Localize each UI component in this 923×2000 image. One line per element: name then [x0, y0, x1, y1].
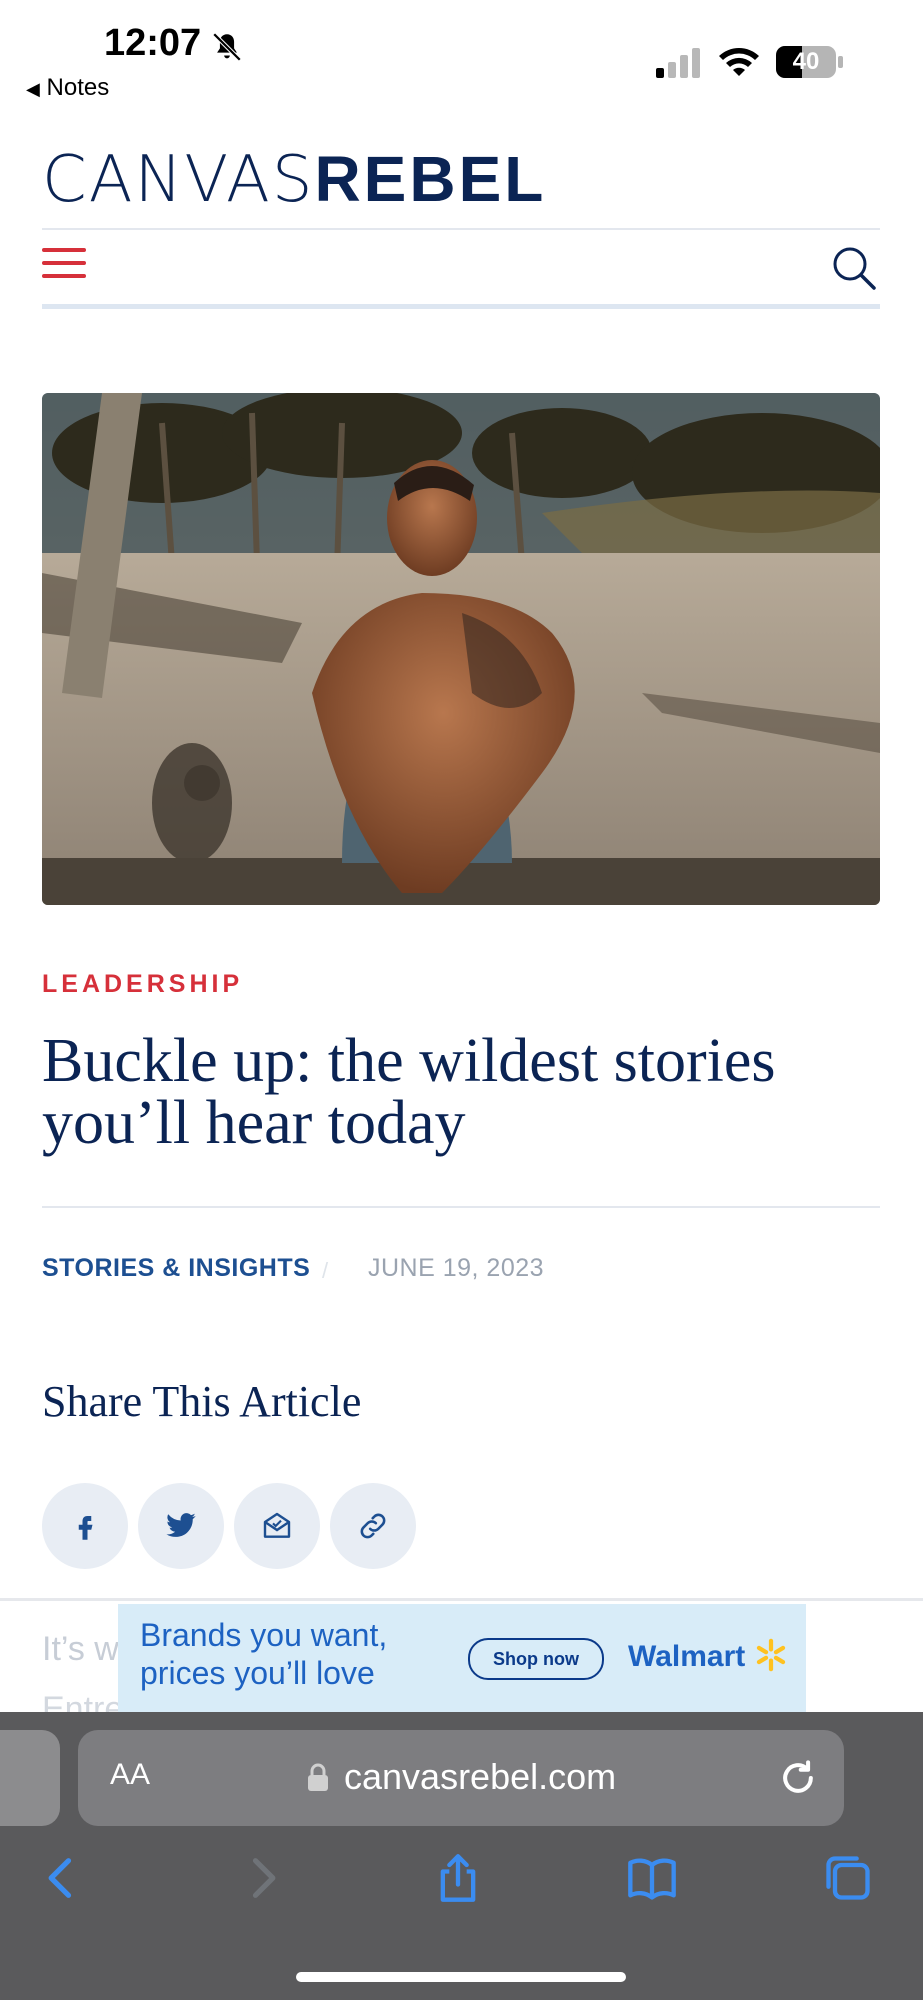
reload-icon[interactable] [776, 1756, 820, 1800]
headline-divider [42, 1206, 880, 1208]
back-app-label: Notes [46, 74, 110, 101]
reader-settings-button[interactable]: AA [110, 1758, 150, 1792]
share-facebook-button[interactable] [42, 1483, 128, 1569]
hero-image [42, 393, 880, 905]
ad-headline: Brands you want, prices you’ll love [140, 1616, 387, 1692]
address-url[interactable]: canvasrebel.com [344, 1756, 616, 1798]
tabs-icon[interactable] [822, 1852, 874, 1904]
cellular-signal-icon [656, 48, 700, 78]
site-logo[interactable]: CANVASREBEL [42, 142, 546, 217]
logo-part-canvas: CANVAS [42, 143, 315, 217]
ad-brand-logo: Walmart [628, 1638, 788, 1674]
menu-line [42, 248, 86, 252]
walmart-spark-icon [756, 1638, 785, 1672]
twitter-icon [166, 1513, 196, 1537]
wifi-icon [719, 48, 759, 76]
logo-part-rebel: REBEL [314, 143, 547, 215]
previous-tab-preview[interactable] [0, 1730, 60, 1826]
byline-section-link[interactable]: STORIES & INSIGHTS [42, 1254, 310, 1283]
header-divider-top [42, 228, 880, 230]
facebook-icon [78, 1516, 93, 1540]
share-heading: Share This Article [42, 1377, 362, 1426]
article-date: JUNE 19, 2023 [368, 1254, 545, 1282]
battery-icon: 40 [776, 46, 846, 78]
ad-brand-name: Walmart [628, 1640, 746, 1673]
status-time: 12:07 [104, 22, 202, 64]
bell-muted-icon [212, 32, 242, 62]
content-divider [0, 1598, 923, 1601]
ad-line-2: prices you’ll love [140, 1655, 375, 1691]
byline-separator: / [322, 1258, 329, 1283]
home-indicator[interactable] [296, 1972, 626, 1982]
email-icon [263, 1512, 291, 1538]
ad-shop-now-button[interactable]: Shop now [468, 1638, 604, 1680]
menu-line [42, 261, 86, 265]
share-copy-link-button[interactable] [330, 1483, 416, 1569]
lock-icon [308, 1763, 328, 1791]
bookmarks-icon[interactable] [626, 1852, 678, 1904]
ad-banner[interactable]: Brands you want, prices you’ll love Shop… [118, 1604, 806, 1712]
back-triangle-icon: ◀ [26, 79, 40, 99]
share-twitter-button[interactable] [138, 1483, 224, 1569]
ad-line-1: Brands you want, [140, 1617, 388, 1653]
share-icon[interactable] [432, 1852, 484, 1904]
share-email-button[interactable] [234, 1483, 320, 1569]
search-icon[interactable] [830, 244, 878, 292]
aa-label: AA [110, 1758, 151, 1791]
header-divider-bottom [42, 304, 880, 309]
battery-level: 40 [792, 48, 820, 75]
article-headline: Buckle up: the wildest stories you’ll he… [42, 1027, 776, 1157]
article-body-text: It’s w [42, 1630, 119, 1668]
article-category[interactable]: LEADERSHIP [42, 970, 243, 999]
back-arrow-icon[interactable] [36, 1852, 88, 1904]
hamburger-menu-button[interactable] [42, 248, 86, 282]
menu-line [42, 274, 86, 278]
back-to-app-link[interactable]: ◀ Notes [26, 74, 109, 102]
link-icon [360, 1513, 386, 1539]
forward-arrow-icon[interactable] [236, 1852, 288, 1904]
